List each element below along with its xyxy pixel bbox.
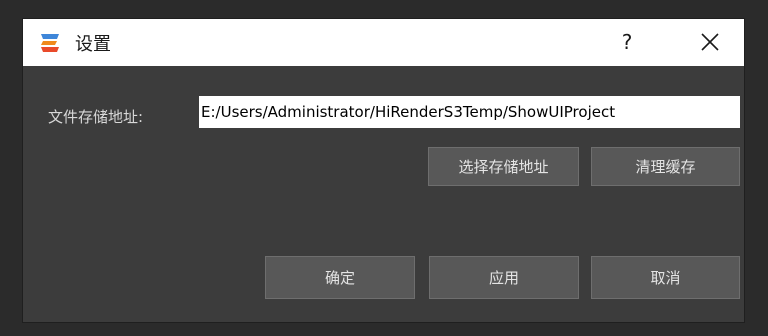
settings-dialog: 设置 ? 文件存储地址: 选择存储地址 清理缓存 确定 应用 取消 bbox=[22, 18, 745, 323]
cancel-button[interactable]: 取消 bbox=[591, 256, 740, 299]
close-button[interactable] bbox=[693, 27, 727, 57]
app-logo-icon bbox=[41, 34, 59, 52]
clear-cache-button[interactable]: 清理缓存 bbox=[591, 147, 740, 186]
storage-path-label: 文件存储地址: bbox=[48, 108, 144, 126]
storage-path-input[interactable] bbox=[199, 96, 740, 128]
title-bar: 设置 ? bbox=[23, 19, 744, 66]
close-icon bbox=[701, 33, 719, 51]
help-button[interactable]: ? bbox=[613, 27, 641, 57]
apply-button[interactable]: 应用 bbox=[429, 256, 579, 299]
ok-button[interactable]: 确定 bbox=[265, 256, 415, 299]
dialog-title: 设置 bbox=[75, 34, 111, 55]
select-storage-button[interactable]: 选择存储地址 bbox=[428, 147, 579, 186]
